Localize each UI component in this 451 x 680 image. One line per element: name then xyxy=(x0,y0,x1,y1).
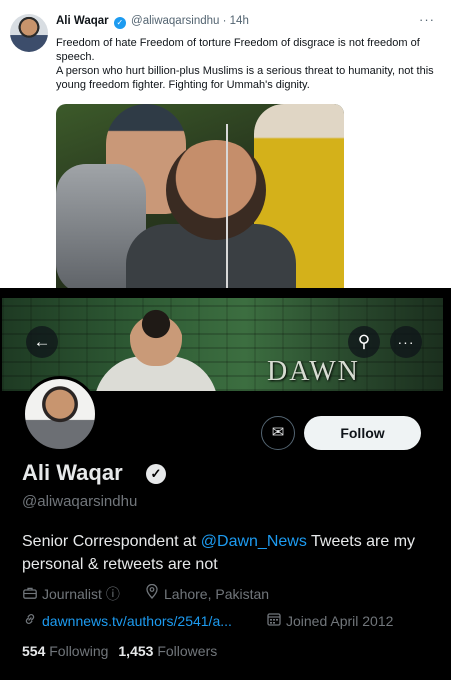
category-label: Journalist xyxy=(42,586,102,602)
profile-section: DAWN ← ⚲ ··· ✉ Follow Ali Waqar ✓ @aliwa… xyxy=(0,288,451,680)
follow-button[interactable]: Follow xyxy=(304,416,421,450)
location-label: Lahore, Pakistan xyxy=(164,586,270,602)
calendar-icon xyxy=(266,612,282,629)
profile-name: Ali Waqar xyxy=(22,460,123,485)
following-link[interactable]: 554 Following xyxy=(22,643,108,659)
message-icon[interactable]: ✉ xyxy=(261,416,295,450)
profile-location: Lahore, Pakistan xyxy=(144,583,270,602)
tweet-header: Ali Waqar ✓ @aliwaqarsindhu · 14h xyxy=(56,14,249,29)
verified-badge-icon: ✓ xyxy=(113,17,126,29)
tweet-photo[interactable] xyxy=(56,104,344,288)
more-options-icon[interactable]: ··· xyxy=(390,326,422,358)
bio-text-start: Senior Correspondent at xyxy=(22,533,201,550)
followers-count: 1,453 xyxy=(118,643,154,659)
banner-person xyxy=(94,306,218,391)
profile-bio: Senior Correspondent at @Dawn_News Tweet… xyxy=(22,530,432,576)
profile-handle: @aliwaqarsindhu xyxy=(22,493,138,510)
profile-joined: Joined April 2012 xyxy=(266,612,393,629)
photo-pole xyxy=(226,124,228,288)
tweet-timestamp[interactable]: 14h xyxy=(230,15,249,27)
profile-avatar[interactable] xyxy=(22,376,98,452)
tweet-text: Freedom of hate Freedom of torture Freed… xyxy=(56,36,441,92)
profile-category: Journalist ⓘ xyxy=(22,584,120,604)
website-link[interactable]: dawnnews.tv/authors/2541/a... xyxy=(42,613,232,629)
tweet-author-avatar[interactable] xyxy=(10,14,48,52)
link-icon xyxy=(22,612,38,629)
following-label: Following xyxy=(49,643,109,659)
verified-badge-icon: ✓ xyxy=(146,464,166,484)
briefcase-icon xyxy=(22,586,38,602)
search-icon[interactable]: ⚲ xyxy=(348,326,380,358)
info-icon[interactable]: ⓘ xyxy=(106,586,120,602)
banner-dawn-logo: DAWN xyxy=(267,356,360,387)
tweet-text-line-1: Freedom of hate Freedom of torture Freed… xyxy=(56,37,420,63)
profile-stats: 554 Following 1,453 Followers xyxy=(22,643,217,659)
followers-link[interactable]: 1,453 Followers xyxy=(118,643,217,659)
joined-label: Joined April 2012 xyxy=(286,613,394,629)
tweet-author-name[interactable]: Ali Waqar xyxy=(56,15,109,27)
profile-website: dawnnews.tv/authors/2541/a... xyxy=(22,612,232,629)
following-count: 554 xyxy=(22,643,46,659)
banner-person-face xyxy=(130,306,182,366)
tweet-author-handle[interactable]: @aliwaqarsindhu xyxy=(131,15,219,27)
tweet-card[interactable]: Ali Waqar ✓ @aliwaqarsindhu · 14h ··· Fr… xyxy=(0,0,451,288)
location-pin-icon xyxy=(144,583,160,602)
tweet-separator: · xyxy=(222,15,227,27)
bio-mention-link[interactable]: @Dawn_News xyxy=(201,533,307,550)
tweet-more-icon[interactable]: ··· xyxy=(419,12,435,27)
tweet-text-line-2: A person who hurt billion-plus Muslims i… xyxy=(56,65,434,91)
followers-label: Followers xyxy=(157,643,218,659)
photo-figure-center-head xyxy=(166,140,266,240)
back-arrow-icon[interactable]: ← xyxy=(26,326,58,358)
